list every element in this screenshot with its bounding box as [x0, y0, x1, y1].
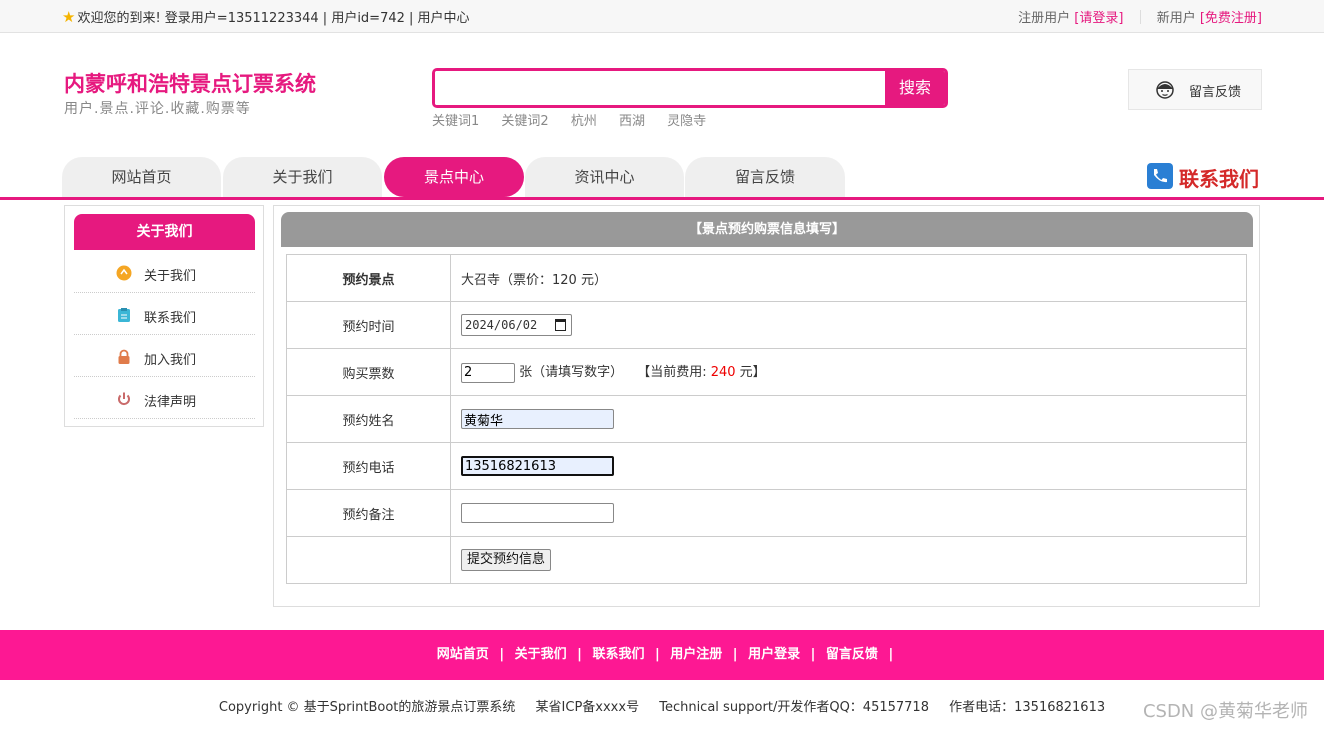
booking-form: 预约景点 大召寺（票价：120 元） 预约时间 2024/06/02 购买票数 … — [286, 254, 1247, 584]
register-user-label: 注册用户 — [1018, 11, 1071, 26]
form-row-time: 预约时间 2024/06/02 — [286, 301, 1247, 349]
nav-item-about[interactable]: 关于我们 — [223, 157, 382, 197]
nav-item-attractions[interactable]: 景点中心 — [384, 157, 524, 197]
keyword-link[interactable]: 灵隐寺 — [667, 114, 706, 129]
count-hint: 张（请填写数字） — [519, 365, 624, 381]
customer-service-icon — [1156, 81, 1174, 99]
sidebar-item-contact[interactable]: 联系我们 — [74, 293, 255, 335]
author-phone-text: 作者电话：13516821613 — [949, 700, 1106, 715]
lock-icon — [118, 349, 130, 364]
spot-label: 预约景点 — [286, 254, 451, 302]
nav-item-home[interactable]: 网站首页 — [62, 157, 221, 197]
nav-item-feedback[interactable]: 留言反馈 — [685, 157, 845, 197]
hot-keywords: 关键词1 关键词2 杭州 西湖 灵隐寺 — [432, 110, 724, 129]
divider — [1139, 10, 1141, 24]
date-value: 2024/06/02 — [465, 318, 538, 332]
watermark: CSDN @黄菊华老师 — [1142, 701, 1308, 722]
name-input[interactable] — [461, 409, 614, 429]
spot-value: 大召寺（票价：120 元） — [450, 254, 1247, 302]
search-button[interactable]: 搜索 — [885, 71, 945, 105]
star-icon: ★ — [62, 8, 76, 26]
footer-link-feedback[interactable]: 留言反馈 — [826, 647, 878, 662]
footer-link-login[interactable]: 用户登录 — [748, 647, 800, 662]
contact-us-label: 联系我们 — [1179, 167, 1259, 191]
new-user-label: 新用户 — [1156, 11, 1196, 26]
footer-link-contact[interactable]: 联系我们 — [592, 647, 644, 662]
search-box: 搜索 — [432, 68, 948, 108]
booking-panel: 【景点预约购票信息填写】 预约景点 大召寺（票价：120 元） 预约时间 202… — [273, 205, 1260, 607]
welcome-area: ★ 欢迎您的到来! 登录用户=13511223344 | 用户id=742 | 用… — [62, 7, 470, 26]
welcome-text: 欢迎您的到来! 登录用户=13511223344 | 用户id=742 | 用户… — [77, 11, 470, 26]
footer-link-about[interactable]: 关于我们 — [515, 647, 567, 662]
free-register-link[interactable]: [免费注册] — [1200, 11, 1262, 26]
account-links: 注册用户 [请登录] 新用户 [免费注册] — [1018, 7, 1262, 26]
sidebar-item-label: 联系我们 — [144, 311, 197, 326]
count-label: 购买票数 — [286, 348, 451, 396]
panel-title: 【景点预约购票信息填写】 — [281, 212, 1253, 247]
site-title[interactable]: 内蒙呼和浩特景点订票系统 — [64, 68, 316, 98]
form-row-phone: 预约电话 — [286, 442, 1247, 490]
form-row-submit: 提交预约信息 — [286, 536, 1247, 584]
sidebar-item-join[interactable]: 加入我们 — [74, 335, 255, 377]
support-text: Technical support/开发作者QQ：45157718 — [659, 700, 929, 715]
phone-input[interactable] — [461, 456, 614, 476]
sidebar: 关于我们 关于我们 联系我们 加入我们 法律声明 — [64, 205, 264, 427]
footer-nav: 网站首页 | 关于我们 | 联系我们 | 用户注册 | 用户登录 | 留言反馈 … — [0, 630, 1324, 680]
login-link[interactable]: [请登录] — [1074, 11, 1123, 26]
note-label: 预约备注 — [286, 489, 451, 537]
power-icon — [118, 392, 130, 405]
phone-label: 预约电话 — [286, 442, 451, 490]
sidebar-item-label: 关于我们 — [144, 269, 197, 284]
fee-prefix: 【当前费用: — [637, 365, 707, 381]
date-input[interactable]: 2024/06/02 — [461, 314, 572, 336]
sidebar-item-about[interactable]: 关于我们 — [74, 251, 255, 293]
search-input[interactable] — [435, 71, 887, 105]
form-row-spot: 预约景点 大召寺（票价：120 元） — [286, 254, 1247, 302]
keyword-link[interactable]: 关键词2 — [501, 114, 548, 129]
feedback-label: 留言反馈 — [1189, 85, 1242, 100]
submit-booking-button[interactable]: 提交预约信息 — [461, 549, 552, 571]
clipboard-icon — [118, 308, 130, 322]
name-label: 预约姓名 — [286, 395, 451, 443]
icp-text: 某省ICP备xxxx号 — [535, 700, 640, 715]
sidebar-item-legal[interactable]: 法律声明 — [74, 377, 255, 419]
sidebar-title: 关于我们 — [74, 214, 255, 250]
fee-suffix: 元】 — [739, 365, 766, 381]
feedback-button[interactable]: 留言反馈 — [1128, 69, 1262, 110]
nav-underline — [0, 197, 1324, 200]
copyright-bar: Copyright © 基于SprintBoot的旅游景点订票系统 某省ICP备… — [0, 696, 1324, 715]
sidebar-item-label: 法律声明 — [144, 395, 197, 410]
keyword-link[interactable]: 关键词1 — [432, 114, 479, 129]
form-row-count: 购买票数 张（请填写数字） 【当前费用:240 元】 — [286, 348, 1247, 396]
ticket-count-input[interactable] — [461, 362, 515, 383]
sidebar-item-label: 加入我们 — [144, 353, 197, 368]
orange-circle-icon — [116, 265, 132, 281]
nav-item-news[interactable]: 资讯中心 — [525, 157, 684, 197]
form-row-name: 预约姓名 — [286, 395, 1247, 443]
calendar-icon[interactable] — [555, 319, 566, 331]
form-row-note: 预约备注 — [286, 489, 1247, 537]
phone-icon — [1147, 163, 1173, 189]
keyword-link[interactable]: 西湖 — [619, 114, 645, 129]
site-subtitle: 用户.景点.评论.收藏.购票等 — [64, 101, 251, 117]
keyword-link[interactable]: 杭州 — [571, 114, 597, 129]
copyright-text: Copyright © 基于SprintBoot的旅游景点订票系统 — [218, 700, 516, 715]
fee-value: 240 — [710, 365, 736, 381]
time-label: 预约时间 — [286, 301, 451, 349]
footer-link-home[interactable]: 网站首页 — [437, 647, 489, 662]
note-input[interactable] — [461, 503, 614, 523]
footer-link-register[interactable]: 用户注册 — [670, 647, 722, 662]
top-bar: ★ 欢迎您的到来! 登录用户=13511223344 | 用户id=742 | 用… — [0, 0, 1324, 33]
